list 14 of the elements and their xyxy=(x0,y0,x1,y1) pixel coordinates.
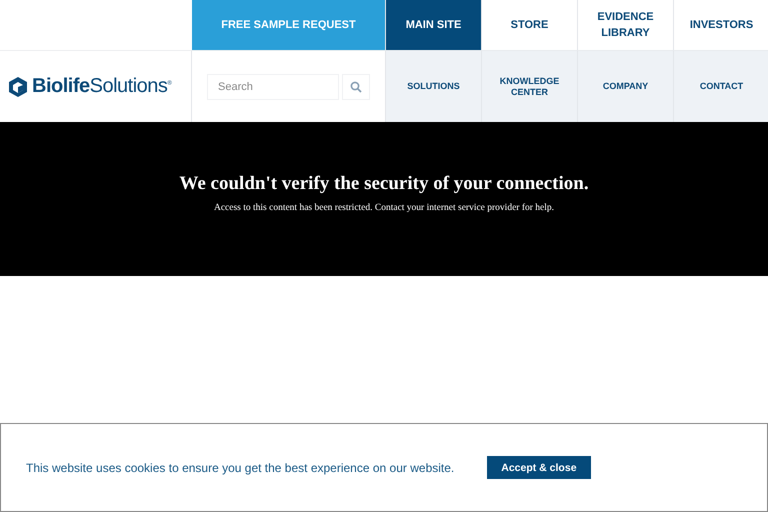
main-nav-link[interactable]: CONTACT xyxy=(673,50,768,122)
cookie-message: This website uses cookies to ensure you get the best experience on our website. xyxy=(26,460,454,474)
main-nav-link[interactable]: KNOWLEDGE CENTER xyxy=(481,50,577,122)
logo-icon xyxy=(8,76,28,98)
top-nav-tab[interactable]: MAIN SITE xyxy=(385,0,481,50)
main-nav-link[interactable]: SOLUTIONS xyxy=(385,50,481,122)
brand-logo[interactable]: BiolifeSolutions$^{®}$ xyxy=(32,75,172,98)
notice-title: We couldn't verify the security of your connection. xyxy=(179,173,589,195)
notice-message: Access to this content has been restricted. Contact your internet service provider for help. xyxy=(214,203,554,213)
search-icon xyxy=(350,80,362,92)
accept-button[interactable]: Accept & close xyxy=(487,456,591,479)
main-nav-link[interactable]: COMPANY xyxy=(577,50,673,122)
search-button[interactable] xyxy=(342,74,370,100)
search-field[interactable]: Search xyxy=(207,74,339,100)
